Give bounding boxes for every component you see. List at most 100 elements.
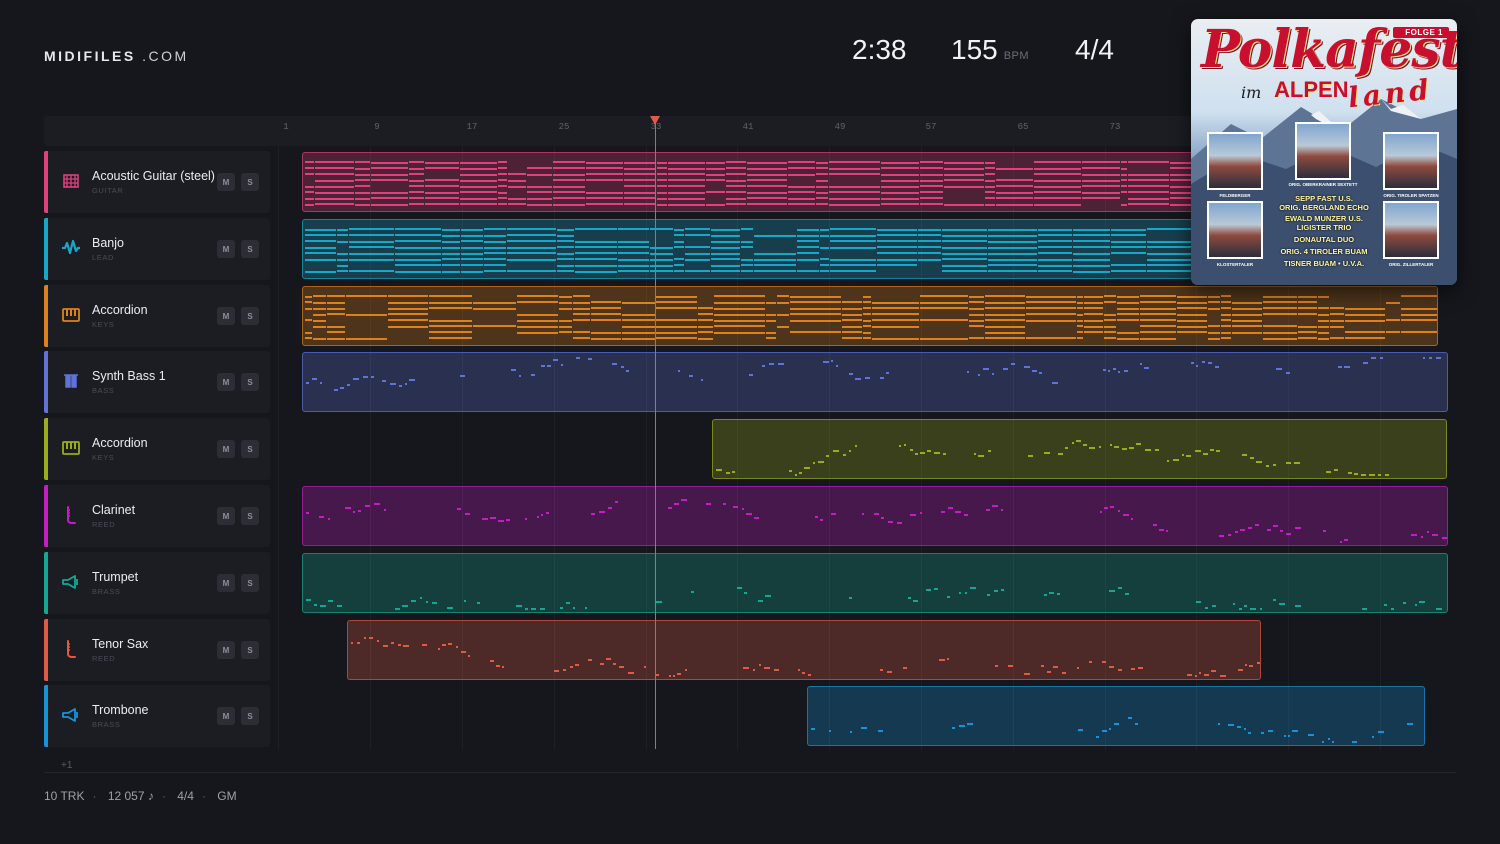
reed-icon	[61, 505, 81, 525]
mute-button[interactable]: M	[217, 240, 235, 258]
artist-line: LIGISTER TRIO	[1296, 223, 1352, 232]
mute-button[interactable]: M	[217, 307, 235, 325]
track-header[interactable]: Banjo LEAD M S	[44, 218, 270, 280]
mute-button[interactable]: M	[217, 707, 235, 725]
midi-region[interactable]	[712, 419, 1447, 479]
solo-button[interactable]: S	[241, 507, 259, 525]
midi-standard: GM	[217, 789, 237, 803]
bar-number: 65	[1017, 122, 1029, 132]
artist-line: EWALD MUNZER U.S.	[1285, 214, 1363, 223]
mute-button[interactable]: M	[217, 641, 235, 659]
track-category: KEYS	[92, 453, 115, 462]
tempo-unit: BPM	[1003, 50, 1030, 62]
footer-time-signature: 4/4	[177, 789, 194, 803]
mute-button[interactable]: M	[217, 440, 235, 458]
note-pattern	[716, 440, 1389, 476]
band-photo	[1295, 122, 1351, 180]
artist-line: ORIG. 4 TIROLER BUAM	[1280, 247, 1368, 256]
more-tracks-indicator[interactable]: +1	[61, 760, 72, 771]
mute-button[interactable]: M	[217, 574, 235, 592]
brass-icon	[61, 572, 81, 592]
brass-icon	[61, 705, 81, 725]
footer-divider	[44, 772, 1456, 773]
bar-number: 25	[558, 122, 570, 132]
note-pattern	[305, 295, 1437, 340]
band-photo	[1383, 132, 1439, 190]
track-header[interactable]: Accordion KEYS M S	[44, 285, 270, 347]
track-color-bar	[44, 685, 48, 747]
solo-button[interactable]: S	[241, 240, 259, 258]
bar-number: 41	[742, 122, 754, 132]
cover-subtitle-im: im	[1241, 83, 1262, 102]
mute-button[interactable]: M	[217, 373, 235, 391]
track-color-bar	[44, 418, 48, 480]
track-category: GUITAR	[92, 186, 124, 195]
artist-line: ORIG. BERGLAND ECHO	[1279, 203, 1369, 212]
footer-summary: 10 TRK · 12 057 ♪ · 4/4 · GM	[44, 789, 237, 803]
playhead-handle[interactable]	[650, 116, 660, 125]
track-name: Trumpet	[92, 570, 139, 584]
track-color-bar	[44, 485, 48, 547]
midi-region[interactable]	[807, 686, 1425, 746]
track-header[interactable]: Acoustic Guitar (steel) GUITAR M S	[44, 151, 270, 213]
playhead[interactable]	[655, 118, 656, 749]
track-color-bar	[44, 285, 48, 347]
note-pattern	[306, 499, 1447, 543]
track-color-bar	[44, 218, 48, 280]
artist-line: SEPP FAST U.S.	[1295, 194, 1353, 203]
track-count: 10 TRK	[44, 789, 85, 803]
cover-subtitle-alpen: ALPEN	[1274, 77, 1349, 102]
photo-caption: KLOSTERTALER	[1216, 262, 1254, 267]
solo-button[interactable]: S	[241, 707, 259, 725]
track-name: Clarinet	[92, 503, 136, 517]
midi-region[interactable]	[302, 286, 1438, 346]
artist-line: TISNER BUAM • U.V.A.	[1283, 259, 1365, 268]
track-category: KEYS	[92, 320, 115, 329]
note-pattern	[811, 717, 1413, 743]
cover-title: Polkafest	[1201, 19, 1457, 80]
duration-display: 2:38	[852, 34, 907, 65]
track-category: BRASS	[92, 587, 121, 596]
midi-region[interactable]	[302, 486, 1448, 546]
guitar-icon	[61, 171, 81, 191]
band-photo	[1383, 201, 1439, 259]
band-photo	[1207, 201, 1263, 259]
track-color-bar	[44, 552, 48, 614]
track-header[interactable]: Tenor Sax REED M S	[44, 619, 270, 681]
bar-number: 57	[925, 122, 937, 132]
track-category: BRASS	[92, 720, 121, 729]
tempo-display: 155 BPM	[951, 34, 1029, 66]
track-category: REED	[92, 520, 116, 529]
track-color-bar	[44, 351, 48, 413]
bass-icon	[61, 371, 81, 391]
midi-region[interactable]	[347, 620, 1261, 680]
solo-button[interactable]: S	[241, 373, 259, 391]
note-pattern	[306, 357, 1441, 391]
time-signature-display: 4/4	[1075, 34, 1114, 65]
track-name: Accordion	[92, 436, 148, 450]
track-header[interactable]: Trombone BRASS M S	[44, 685, 270, 747]
solo-button[interactable]: S	[241, 173, 259, 191]
track-header[interactable]: Accordion KEYS M S	[44, 418, 270, 480]
track-header[interactable]: Clarinet REED M S	[44, 485, 270, 547]
midi-region[interactable]	[302, 553, 1448, 613]
bar-number: 9	[374, 122, 380, 132]
mute-button[interactable]: M	[217, 173, 235, 191]
mute-button[interactable]: M	[217, 507, 235, 525]
keys-icon	[61, 305, 81, 325]
reed-icon	[61, 639, 81, 659]
photo-caption: ORIG. ZILLERTALER	[1388, 262, 1434, 267]
solo-button[interactable]: S	[241, 574, 259, 592]
bar-number: 17	[466, 122, 478, 132]
track-header[interactable]: Synth Bass 1 BASS M S	[44, 351, 270, 413]
solo-button[interactable]: S	[241, 307, 259, 325]
track-category: BASS	[92, 386, 115, 395]
track-header[interactable]: Trumpet BRASS M S	[44, 552, 270, 614]
solo-button[interactable]: S	[241, 440, 259, 458]
album-cover: FOLGE 1 Polkafest im ALPEN land FELDBERG…	[1191, 19, 1457, 285]
track-name: Tenor Sax	[92, 637, 149, 651]
bar-number: 49	[834, 122, 846, 132]
solo-button[interactable]: S	[241, 641, 259, 659]
midi-region[interactable]	[302, 352, 1448, 412]
photo-caption: ORIG. TIROLER SPATZEN	[1383, 193, 1439, 198]
